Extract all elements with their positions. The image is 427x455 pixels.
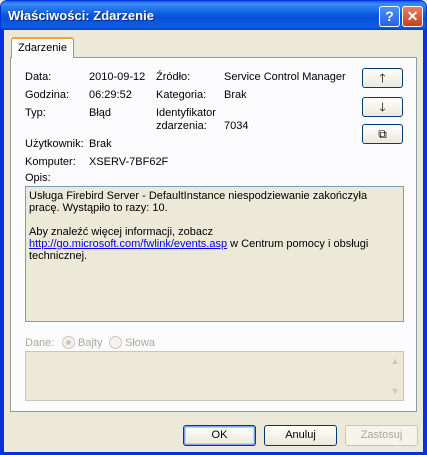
words-radio[interactable] bbox=[109, 336, 122, 349]
kategoria-label: Kategoria: bbox=[156, 89, 207, 101]
window-border-right bbox=[423, 30, 426, 454]
previous-event-button[interactable]: 🡑 bbox=[362, 68, 403, 88]
apply-button[interactable]: Zastosuj bbox=[345, 425, 418, 446]
uzytkownik-label: Użytkownik: bbox=[25, 138, 84, 150]
next-event-button[interactable]: 🡓 bbox=[362, 97, 403, 117]
description-more-info: Aby znaleźć więcej informacji, zobacz bbox=[29, 226, 214, 238]
scroll-down-icon[interactable]: ▼ bbox=[387, 383, 403, 399]
uzytkownik-value: Brak bbox=[89, 138, 112, 150]
kategoria-value: Brak bbox=[224, 89, 247, 101]
description-text: Usługa Firebird Server - DefaultInstance… bbox=[29, 190, 368, 214]
zrodlo-label: Źródło: bbox=[156, 71, 191, 83]
typ-label: Typ: bbox=[25, 107, 46, 119]
data-box[interactable]: ▲ ▼ bbox=[25, 351, 404, 401]
komputer-value: XSERV-7BF62F bbox=[89, 156, 169, 168]
bytes-radio[interactable] bbox=[62, 336, 75, 349]
help-button[interactable]: ? bbox=[379, 6, 400, 27]
copy-button[interactable]: ⧉ bbox=[362, 124, 403, 144]
ok-button[interactable]: OK bbox=[183, 425, 256, 446]
godzina-label: Godzina: bbox=[25, 89, 70, 101]
scroll-up-icon[interactable]: ▲ bbox=[387, 353, 403, 369]
arrow-up-icon: 🡑 bbox=[379, 71, 386, 85]
arrow-down-icon: 🡓 bbox=[379, 100, 386, 114]
cancel-button[interactable]: Anuluj bbox=[264, 425, 337, 446]
close-button[interactable]: ✕ bbox=[402, 6, 423, 27]
properties-window: Właściwości: Zdarzenie ? ✕ Zdarzenie Dat… bbox=[0, 0, 427, 455]
help-link[interactable]: http://go.microsoft.com/fwlink/events.as… bbox=[29, 238, 227, 250]
title-bar[interactable]: Właściwości: Zdarzenie ? ✕ bbox=[1, 1, 426, 30]
description-box[interactable]: Usługa Firebird Server - DefaultInstance… bbox=[25, 186, 404, 322]
window-border-left bbox=[1, 30, 4, 454]
dane-label: Dane: bbox=[25, 337, 55, 349]
identyfikator-value: 7034 bbox=[224, 120, 249, 132]
data-value: 2010-09-12 bbox=[89, 71, 146, 83]
bytes-label: Bajty bbox=[78, 337, 103, 349]
data-label: Data: bbox=[25, 71, 52, 83]
words-label: Słowa bbox=[125, 337, 155, 349]
godzina-value: 06:29:52 bbox=[89, 89, 132, 101]
identyfikator-label-line2: zdarzenia: bbox=[156, 120, 207, 132]
identyfikator-label-line1: Identyfikator bbox=[156, 107, 216, 119]
typ-value: Błąd bbox=[89, 107, 112, 119]
tab-zdarzenie[interactable]: Zdarzenie bbox=[11, 37, 74, 58]
opis-label: Opis: bbox=[25, 172, 51, 184]
zrodlo-value: Service Control Manager bbox=[224, 71, 346, 83]
window-title: Właściwości: Zdarzenie bbox=[8, 8, 154, 23]
copy-icon: ⧉ bbox=[378, 127, 387, 141]
komputer-label: Komputer: bbox=[25, 156, 76, 168]
